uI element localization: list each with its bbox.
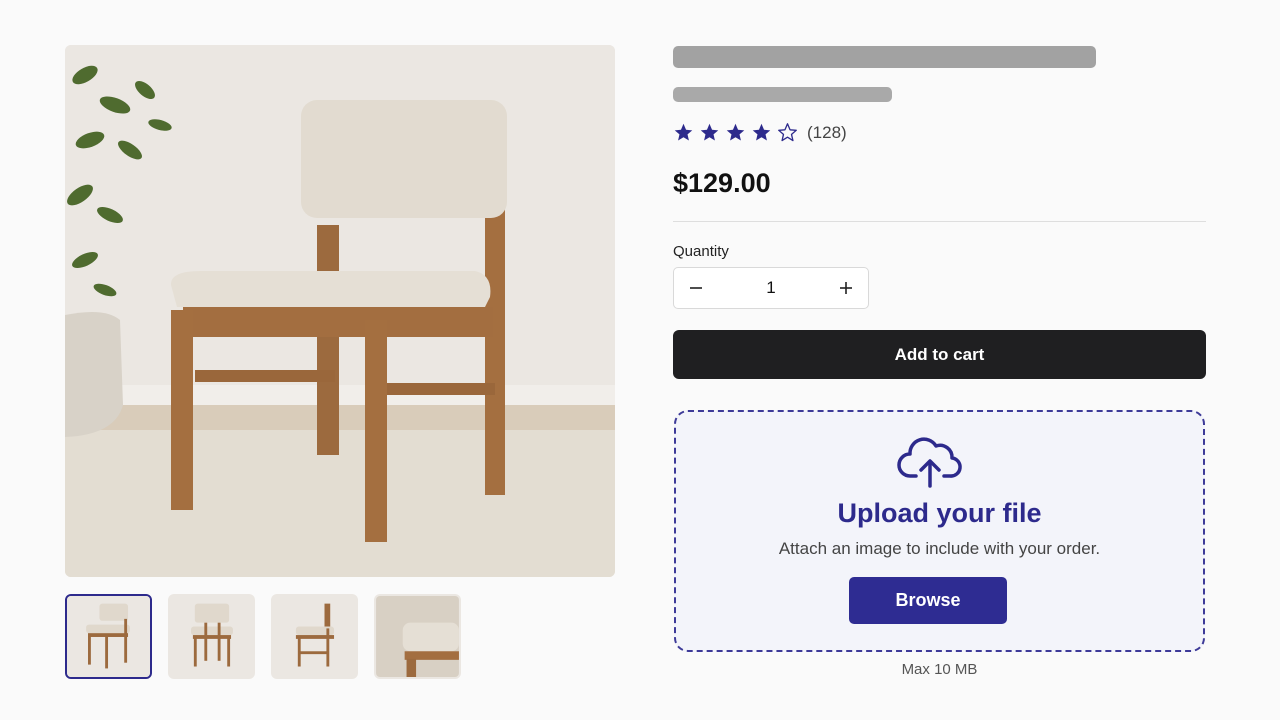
add-to-cart-button[interactable]: Add to cart (673, 330, 1206, 379)
file-dropzone[interactable]: Upload your file Attach an image to incl… (674, 410, 1205, 652)
thumbnail-1[interactable] (65, 594, 152, 679)
product-subtitle-skeleton (673, 87, 892, 102)
star-empty-icon (777, 122, 798, 143)
thumbnail-strip (65, 594, 461, 679)
product-main-image (65, 45, 615, 577)
upload-title: Upload your file (837, 498, 1042, 528)
star-filled-icon (751, 122, 772, 143)
max-file-size-note: Max 10 MB (901, 661, 978, 678)
product-rating: (128) (673, 122, 847, 143)
increment-button[interactable] (824, 268, 868, 308)
minus-icon (690, 287, 702, 289)
star-filled-icon (673, 122, 694, 143)
product-title-skeleton (673, 46, 1096, 68)
decrement-button[interactable] (674, 268, 718, 308)
browse-button[interactable]: Browse (849, 577, 1007, 624)
product-price: $129.00 (673, 168, 771, 198)
thumbnail-2[interactable] (168, 594, 255, 679)
review-count[interactable]: (128) (807, 123, 847, 143)
quantity-label: Quantity (673, 243, 729, 260)
quantity-stepper: 1 (673, 267, 869, 309)
thumbnail-3[interactable] (271, 594, 358, 679)
divider (673, 221, 1206, 222)
thumbnail-4[interactable] (374, 594, 461, 679)
star-filled-icon (699, 122, 720, 143)
upload-description: Attach an image to include with your ord… (778, 539, 1101, 558)
star-filled-icon (725, 122, 746, 143)
plus-icon (840, 282, 852, 294)
quantity-value[interactable]: 1 (766, 278, 775, 298)
cloud-upload-icon (897, 437, 962, 488)
